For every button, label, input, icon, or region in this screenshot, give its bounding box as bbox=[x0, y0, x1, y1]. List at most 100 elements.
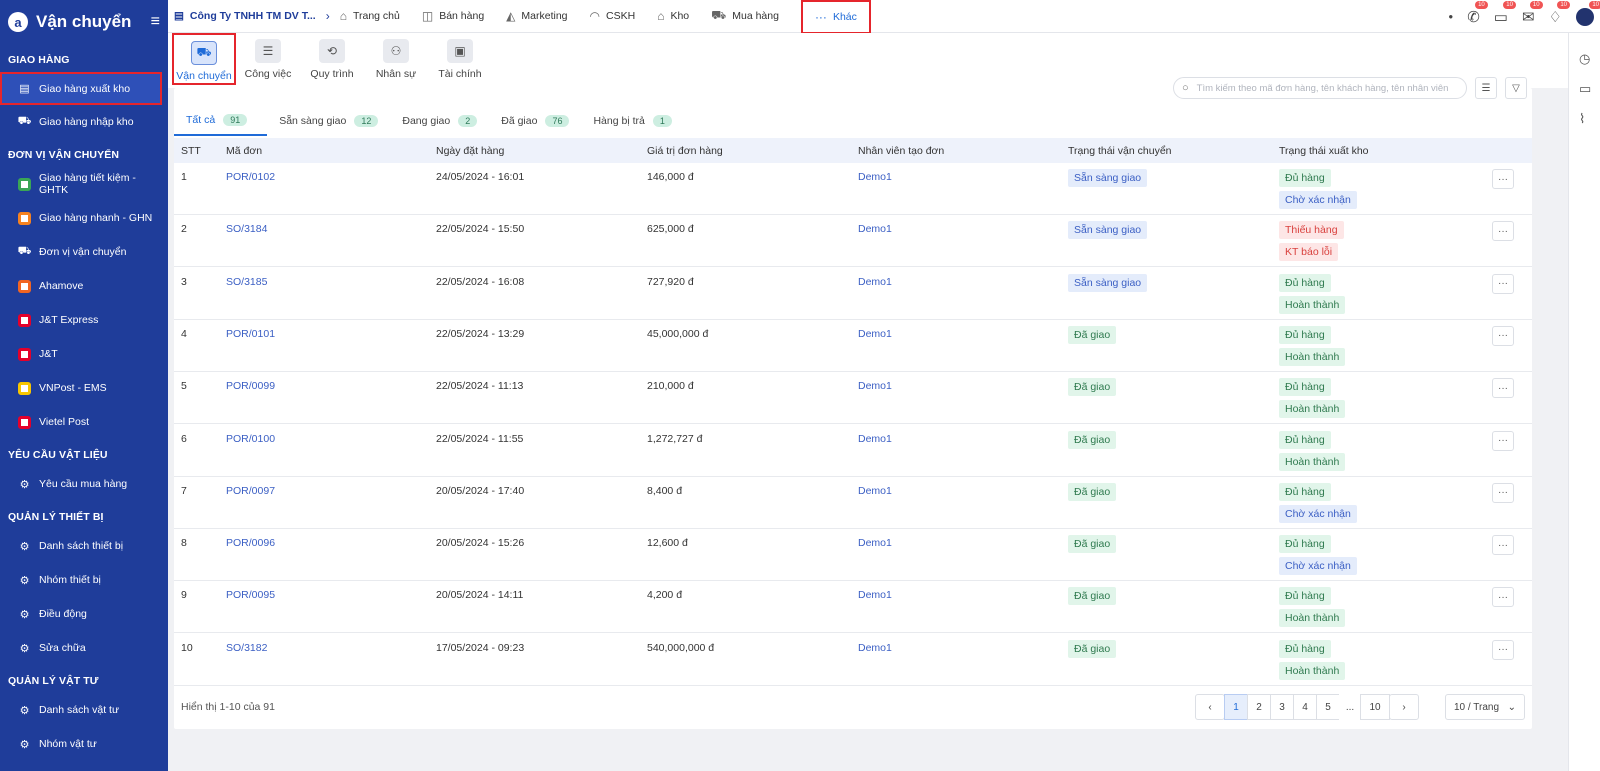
page-button[interactable]: 4 bbox=[1293, 694, 1317, 720]
mail-icon[interactable]: ✉ 10 bbox=[1522, 0, 1543, 26]
sidebar-item[interactable]: VNPost - EMS bbox=[0, 371, 168, 405]
clock-icon[interactable]: ◷ bbox=[1579, 51, 1590, 67]
topnav-item[interactable]: ◫ Bán hàng bbox=[422, 9, 484, 23]
order-code-link[interactable]: SO/3182 bbox=[226, 642, 267, 654]
status-tab[interactable]: Đã giao 76 bbox=[489, 106, 581, 136]
comment-icon[interactable]: ▭ bbox=[1579, 81, 1591, 97]
status-tab[interactable]: Hàng bị trả 1 bbox=[581, 106, 683, 136]
row-index: 4 bbox=[181, 327, 187, 340]
sidebar-item[interactable]: Giao hàng nhanh - GHN bbox=[0, 201, 168, 235]
sidebar-item[interactable]: Ahamove bbox=[0, 269, 168, 303]
stock-status-badge: Hoàn thành bbox=[1279, 400, 1346, 419]
module-tile[interactable]: ⟲ Quy trình bbox=[300, 33, 364, 87]
stock-status-badge: Đủ hàng bbox=[1279, 273, 1331, 292]
sidebar-item[interactable]: ⛟ Giao hàng nhập kho bbox=[0, 105, 168, 139]
gear-icon: ⚙ bbox=[19, 478, 30, 491]
table-row: 4 POR/0101 22/05/2024 - 13:29 45,000,000 đ D… bbox=[174, 319, 1532, 372]
row-actions-button[interactable]: ··· bbox=[1492, 378, 1514, 399]
ghn-logo-icon bbox=[18, 211, 31, 225]
order-code-link[interactable]: POR/0100 bbox=[226, 433, 275, 445]
row-actions-button[interactable]: ··· bbox=[1492, 639, 1514, 660]
order-date: 24/05/2024 - 16:01 bbox=[436, 171, 525, 183]
order-code-link[interactable]: POR/0102 bbox=[226, 171, 275, 183]
chat-icon[interactable]: ▭ 10 bbox=[1494, 0, 1516, 26]
topnav-item[interactable]: ◭ Marketing bbox=[506, 9, 567, 23]
sidebar-item[interactable]: ⚙ Danh sách thiết bị bbox=[0, 529, 168, 563]
sidebar-item[interactable]: J&T Express bbox=[0, 303, 168, 337]
row-actions-button[interactable]: ··· bbox=[1492, 273, 1514, 294]
sidebar-item[interactable]: ⚙ Nhóm vật tư bbox=[0, 727, 168, 761]
row-actions-button[interactable]: ··· bbox=[1492, 169, 1514, 189]
page-button[interactable]: 2 bbox=[1247, 694, 1271, 720]
avatar[interactable]: 10 bbox=[1576, 0, 1600, 26]
column-header: Trạng thái vận chuyển bbox=[1068, 144, 1172, 157]
company-switcher[interactable]: ▤ Công Ty TNHH TM DV T... bbox=[168, 10, 316, 22]
row-actions-button[interactable]: ··· bbox=[1492, 221, 1514, 242]
row-actions-button[interactable]: ··· bbox=[1492, 535, 1514, 556]
topnav-item[interactable]: ··· Khác bbox=[800, 0, 871, 34]
order-date: 20/05/2024 - 14:11 bbox=[436, 589, 524, 602]
order-value: 540,000,000 đ bbox=[647, 641, 715, 654]
order-code-link[interactable]: POR/0099 bbox=[226, 380, 275, 392]
paperclip-icon[interactable]: ⌇ bbox=[1579, 111, 1585, 127]
row-index: 5 bbox=[181, 380, 187, 393]
order-value: 8,400 đ bbox=[647, 484, 683, 497]
pagination-ellipsis: ... bbox=[1339, 694, 1361, 720]
topnav-item[interactable]: ⛟ Mua hàng bbox=[711, 8, 779, 24]
sidebar-item[interactable]: ⚙ Danh sách vật tư bbox=[0, 693, 168, 727]
truck-icon: ⛟ bbox=[191, 41, 217, 65]
sidebar-item[interactable]: ⛟ Đơn vị vận chuyển bbox=[0, 235, 168, 269]
sidebar-item[interactable]: Vietel Post bbox=[0, 405, 168, 439]
prev-page-button[interactable]: ‹ bbox=[1195, 694, 1225, 720]
column-header: Mã đơn bbox=[226, 144, 263, 157]
sidebar-item[interactable]: ⚙ Nhóm thiết bị bbox=[0, 563, 168, 597]
order-code-link[interactable]: POR/0097 bbox=[226, 485, 275, 497]
filter-button[interactable]: ▽ bbox=[1505, 77, 1527, 99]
module-tile[interactable]: ⚇ Nhân sự bbox=[364, 33, 428, 87]
topnav-item[interactable]: ◠ CSKH bbox=[590, 9, 636, 23]
row-actions-button[interactable]: ··· bbox=[1492, 325, 1514, 346]
order-code-link[interactable]: POR/0095 bbox=[226, 589, 275, 601]
order-code-link[interactable]: POR/0101 bbox=[226, 328, 275, 340]
ahamove-logo-icon bbox=[18, 279, 31, 293]
app-logo-icon: a bbox=[8, 12, 28, 32]
status-tab[interactable]: Đang giao 2 bbox=[390, 106, 489, 136]
cart-icon: ⛟ bbox=[711, 8, 727, 22]
shipping-status-badge: Đã giao bbox=[1068, 378, 1117, 397]
per-page-select[interactable]: 10 / Trang ⌄ bbox=[1445, 694, 1525, 720]
status-tabs: Tất cả 91 Sẵn sàng giao 12 Đang giao 2 Đã giao… bbox=[174, 106, 684, 136]
sidebar-item[interactable]: ▤ Giao hàng xuất kho bbox=[0, 72, 162, 105]
page-button[interactable]: 3 bbox=[1270, 694, 1294, 720]
order-code-link[interactable]: SO/3185 bbox=[226, 276, 267, 288]
next-page-button[interactable]: › bbox=[1389, 694, 1419, 720]
sidebar-item[interactable]: J&T bbox=[0, 337, 168, 371]
order-code-link[interactable]: POR/0096 bbox=[226, 537, 275, 549]
menu-toggle-icon[interactable]: ≡ bbox=[151, 13, 160, 31]
stock-status-badge: Đủ hàng bbox=[1279, 169, 1331, 187]
page-button[interactable]: 10 bbox=[1360, 694, 1390, 720]
status-tab[interactable]: Tất cả 91 bbox=[174, 106, 268, 136]
stock-status-badge: Hoàn thành bbox=[1279, 295, 1346, 314]
sidebar-item[interactable]: ⚙ Điều động bbox=[0, 597, 168, 631]
phone-icon[interactable]: ✆ 10 bbox=[1467, 0, 1488, 26]
row-actions-button[interactable]: ··· bbox=[1492, 430, 1514, 451]
sidebar-item[interactable]: ⚙ Sửa chữa bbox=[0, 631, 168, 665]
page-button[interactable]: 5 bbox=[1316, 694, 1340, 720]
status-tab[interactable]: Sẵn sàng giao 12 bbox=[267, 106, 390, 136]
module-tile[interactable]: ⛟ Vận chuyển bbox=[172, 33, 236, 85]
tab-label: Đã giao bbox=[501, 115, 538, 127]
row-actions-button[interactable]: ··· bbox=[1492, 587, 1514, 608]
module-tile[interactable]: ▣ Tài chính bbox=[428, 33, 492, 87]
search-input[interactable]: ○ Tìm kiếm theo mã đơn hàng, tên khách h… bbox=[1173, 77, 1467, 99]
order-code-link[interactable]: SO/3184 bbox=[226, 223, 267, 235]
module-tile[interactable]: ☰ Công việc bbox=[236, 33, 300, 87]
sidebar-item[interactable]: Giao hàng tiết kiệm - GHTK bbox=[0, 167, 168, 201]
topnav-item[interactable]: ⌂ Kho bbox=[657, 9, 689, 23]
tab-count-badge: 76 bbox=[545, 115, 570, 127]
filter-settings-button[interactable]: ☰ bbox=[1475, 77, 1497, 99]
bell-icon[interactable]: ♢ 10 bbox=[1549, 0, 1570, 26]
row-actions-button[interactable]: ··· bbox=[1492, 482, 1514, 503]
page-button[interactable]: 1 bbox=[1224, 694, 1248, 720]
topnav-item[interactable]: ⌂ Trang chủ bbox=[340, 9, 400, 23]
sidebar-item[interactable]: ⚙ Yêu cầu mua hàng bbox=[0, 467, 168, 501]
